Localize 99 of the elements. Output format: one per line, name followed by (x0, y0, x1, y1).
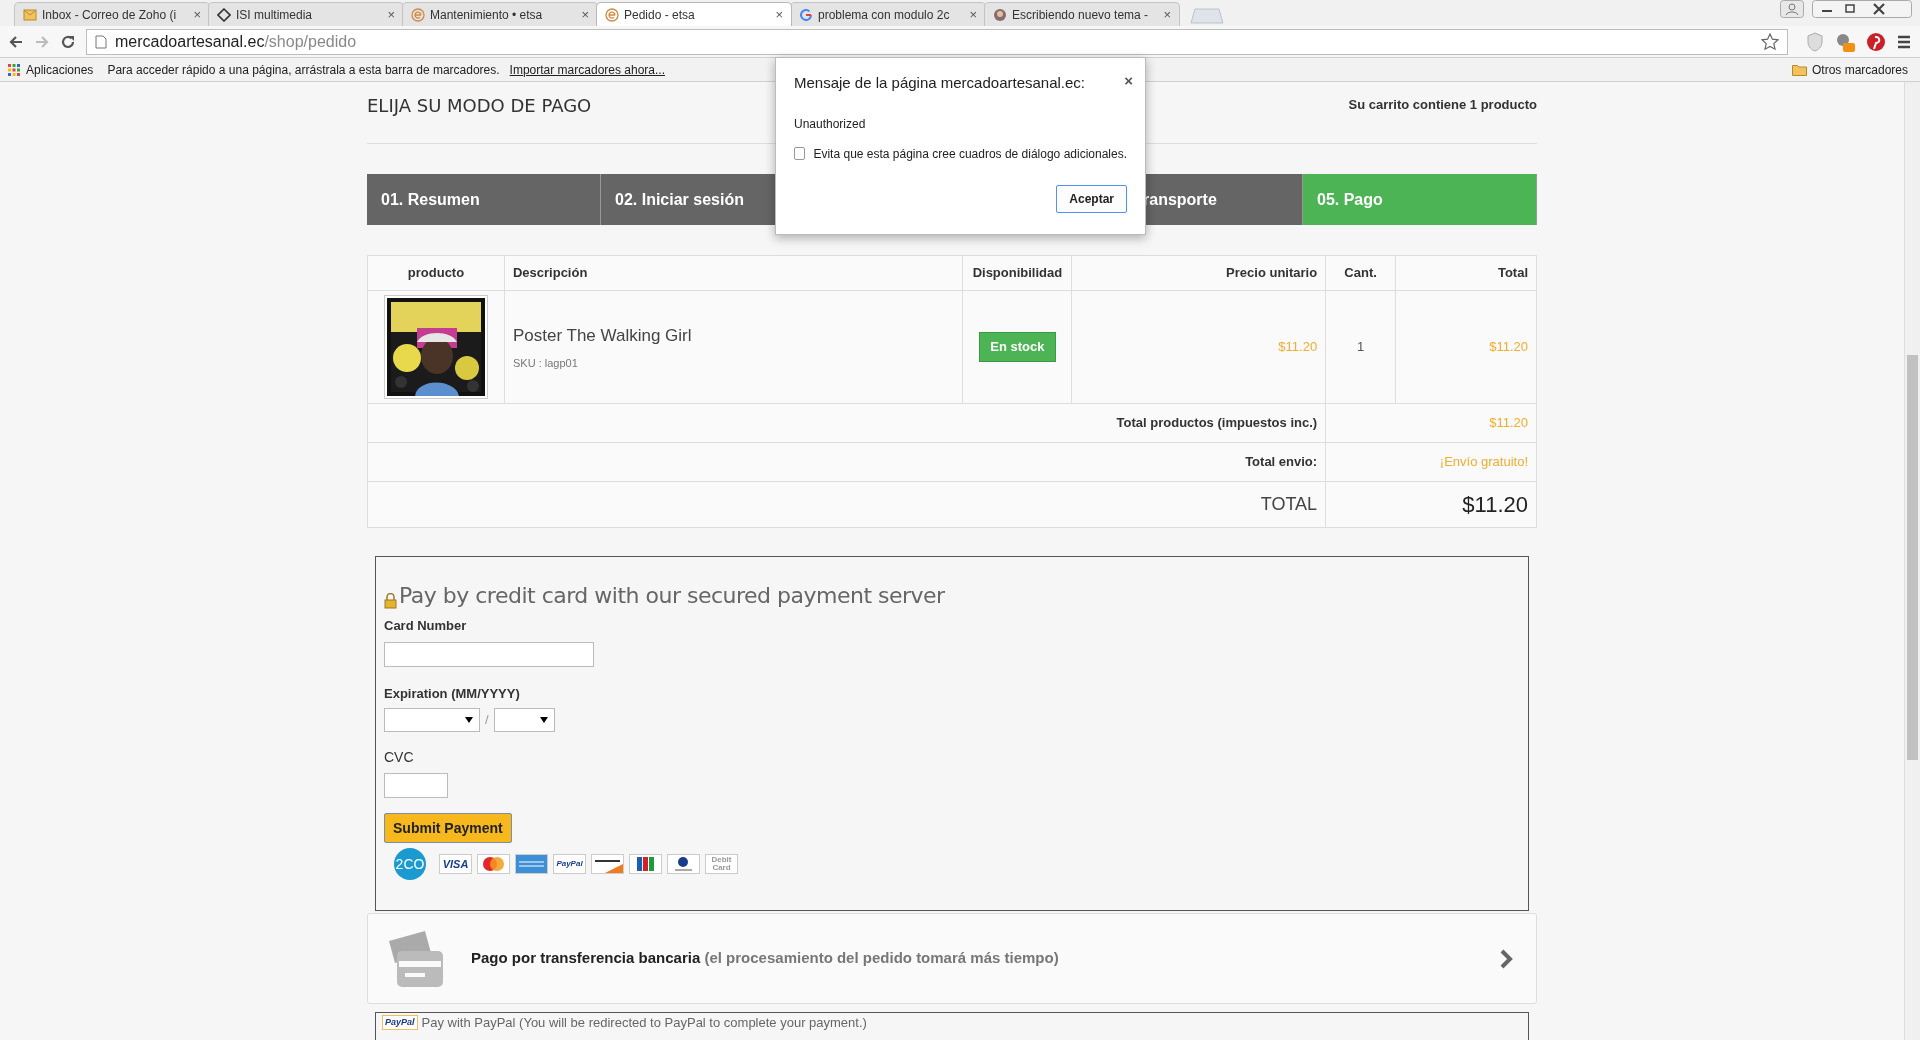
field-label: Expiration (MM/YYYY) (384, 684, 521, 703)
bookmarks-hint: Para acceder rápido a una página, arrástrala a esta barra de marcadores. (107, 61, 500, 79)
envelope-icon (23, 8, 37, 21)
column-header: Precio unitario (1071, 255, 1326, 291)
column-header: Descripción (504, 255, 963, 291)
card-number-field[interactable] (384, 641, 594, 667)
url-text: mercadoartesanal.ec/shop/pedido (115, 31, 357, 52)
mastercard-logo-icon (477, 854, 510, 874)
apps-icon (8, 63, 20, 76)
column-header: Disponibilidad (962, 255, 1072, 291)
back-icon[interactable] (8, 33, 24, 50)
chevron-right-icon (1499, 947, 1513, 970)
discover-logo-icon (591, 854, 624, 874)
close-icon[interactable]: × (1163, 4, 1171, 25)
summary-label: Total envio: (367, 442, 1326, 482)
close-icon[interactable]: × (969, 4, 977, 25)
diners-logo-icon (667, 854, 700, 874)
progress-step: 05. Pago (1303, 174, 1537, 225)
apps-bookmark[interactable]: Aplicaciones (8, 60, 94, 79)
close-icon[interactable]: × (581, 4, 589, 25)
dropdown[interactable] (493, 708, 555, 732)
paypal-option-text[interactable]: Pay with PayPal (You will be redirected to PayPal to complete your payment.) (421, 1015, 867, 1030)
field-label: CVC (384, 748, 415, 767)
new-tab-icon[interactable] (1190, 8, 1224, 24)
payment-logo: 2CO (394, 848, 426, 880)
progress-step: 01. Resumen (367, 174, 601, 225)
shield-icon[interactable] (1806, 31, 1824, 52)
cart-summary: Su carrito contiene 1 producto (1348, 96, 1537, 114)
grand-total-label: TOTAL (367, 481, 1326, 528)
pin-icon[interactable] (1866, 31, 1886, 52)
amex-logo-icon (515, 854, 548, 874)
checkbox[interactable] (794, 147, 806, 160)
summary-value: $11.20 (1325, 403, 1537, 443)
payment-option[interactable]: Pago por transferencia bancaria (el procesamiento del pedido tomará más tiempo) (367, 913, 1537, 1004)
quantity: 1 (1325, 290, 1396, 404)
payment-title: Pay by credit card with our secured payment server (399, 582, 945, 610)
column-header: Total (1395, 255, 1537, 291)
browser-tab[interactable]: Escribiendo nuevo tema - × (984, 2, 1180, 26)
circle-e-icon (411, 7, 425, 22)
tab-title: ISI multimedia (236, 6, 314, 24)
checkbox-label: Evita que esta página cree cuadros de diálogo adicionales. (813, 145, 1127, 163)
diamond-icon (217, 7, 231, 22)
close-icon[interactable]: × (387, 4, 395, 25)
star-icon[interactable] (1761, 32, 1779, 51)
column-header: producto (367, 255, 505, 291)
dropdown-caret-icon (465, 717, 473, 723)
page-icon (95, 34, 107, 49)
close-icon[interactable]: × (193, 4, 201, 25)
browser-tab[interactable]: ISI multimedia × (208, 2, 404, 26)
stock-badge: En stock (979, 332, 1056, 362)
tab-title: Pedido - etsa (624, 6, 696, 24)
accept-button[interactable]: Aceptar (1056, 184, 1127, 213)
cvc-field[interactable] (384, 773, 448, 798)
paypal-logo: PayPal (382, 1015, 418, 1030)
submit-payment-button[interactable]: Submit Payment (384, 813, 512, 843)
page-heading: ELIJA SU MODO DE PAGO (367, 94, 592, 118)
line-total: $11.20 (1395, 290, 1537, 404)
other-bookmarks[interactable]: Otros marcadores (1791, 60, 1912, 79)
product-sku: SKU : lagp01 (512, 355, 579, 371)
tab-title: problema con modulo 2c (818, 6, 951, 24)
tab-title: Mantenimiento • etsa (430, 6, 544, 24)
grand-total-value: $11.20 (1325, 481, 1537, 528)
field-label: Card Number (384, 617, 468, 635)
payment-logo: Debit Card (705, 854, 738, 874)
address-bar[interactable]: mercadoartesanal.ec/shop/pedido (86, 28, 1788, 55)
tab-title: Inbox - Correo de Zoho (i (42, 6, 178, 24)
product-name[interactable]: Poster The Walking Girl (512, 323, 955, 349)
dropdown[interactable] (384, 708, 480, 732)
column-header: Cant. (1325, 255, 1396, 291)
close-icon[interactable]: × (775, 4, 783, 25)
reload-icon[interactable] (60, 33, 76, 50)
browser-tab[interactable]: Pedido - etsa × (596, 2, 792, 26)
forum-icon (993, 7, 1007, 22)
summary-label: Total productos (impuestos inc.) (367, 403, 1326, 443)
payment-logo: PayPal (553, 854, 586, 874)
tab-title: Escribiendo nuevo tema - (1012, 6, 1150, 24)
separator-text: / (485, 711, 489, 730)
circle-e-icon (605, 7, 619, 22)
import-bookmarks-link[interactable]: Importar marcadores ahora... (509, 60, 665, 79)
payment-logo: VISA (439, 854, 472, 874)
g-icon (799, 7, 813, 22)
window-controls-icon[interactable] (1812, 0, 1912, 18)
payment-option-label: Pago por transferencia bancaria (el procesamiento del pedido tomará más tiempo) (471, 948, 1060, 969)
dialog-message: Unauthorized (794, 115, 867, 133)
browser-tab[interactable]: Mantenimiento • etsa × (402, 2, 598, 26)
jcb-logo-icon (629, 854, 662, 874)
forward-icon[interactable] (34, 33, 50, 50)
scrollbar-thumb[interactable] (1907, 355, 1918, 760)
padlock-icon (384, 593, 397, 609)
summary-value: ¡Envío gratuito! (1325, 442, 1537, 482)
dropdown-caret-icon (539, 717, 548, 723)
folder-icon (1791, 63, 1807, 76)
close-icon[interactable]: × (1124, 70, 1133, 93)
browser-tab[interactable]: problema con modulo 2c × (790, 2, 986, 26)
dialog-title: Mensaje de la página mercadoartesanal.ec: (794, 73, 1085, 93)
browser-tab[interactable]: Inbox - Correo de Zoho (i × (14, 2, 210, 26)
menu-icon[interactable] (1896, 33, 1912, 50)
user-icon[interactable] (1780, 0, 1804, 18)
unit-price: $11.20 (1071, 290, 1326, 404)
